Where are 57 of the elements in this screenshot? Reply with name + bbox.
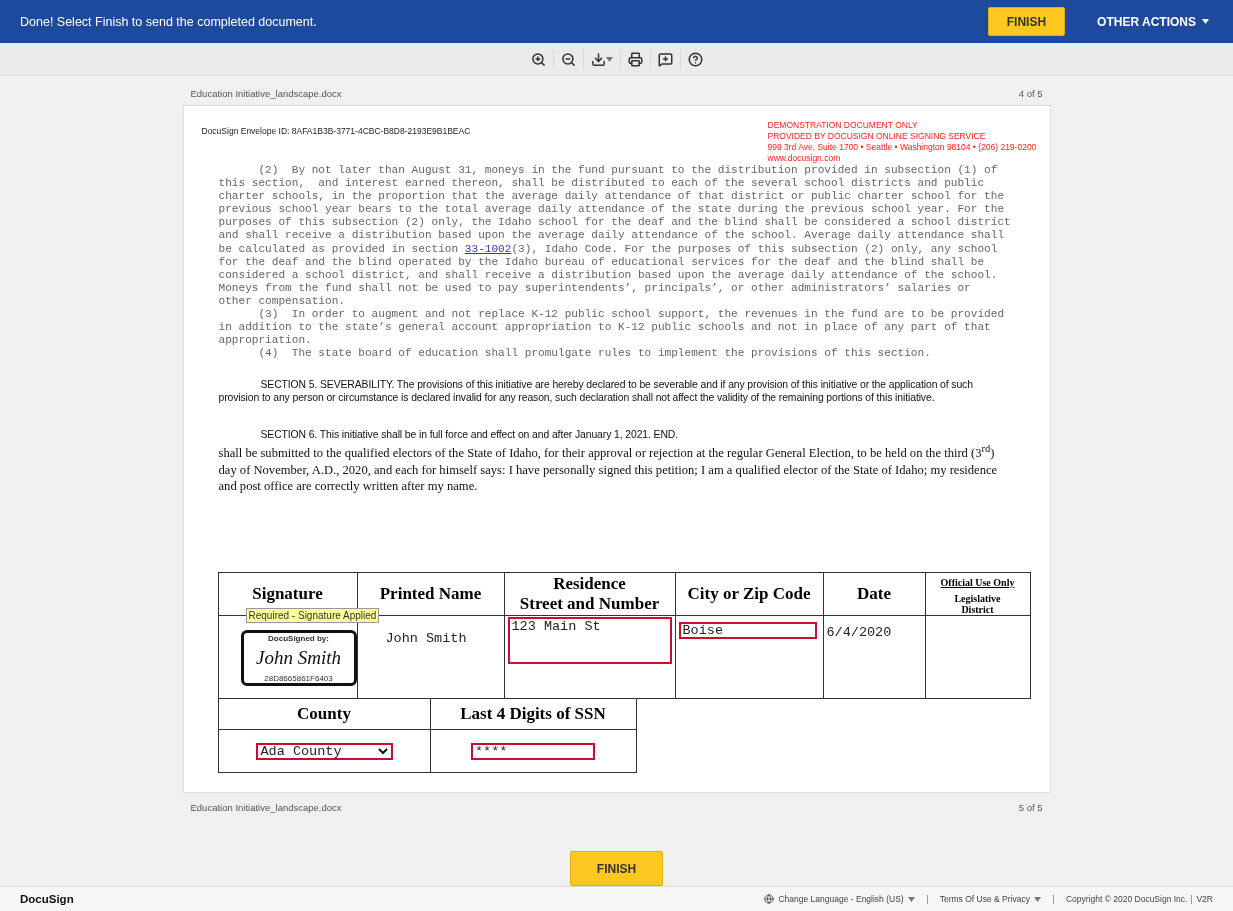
column-header: Legislative District bbox=[953, 592, 1002, 615]
globe-icon bbox=[764, 894, 775, 904]
tooltip: Required - Signature Applied bbox=[245, 607, 380, 623]
paragraph: (2) By not later than August 31, moneys in the fund pursuant to the distribution provided in subsection (1) of this section, and interest earned thereon, shall be distributed to each of the several school districts and public charter schools, in the proportion that the average daily attendance of that district or public charter school for the previous school year bears to the total average daily attendance of the state during the previous school year. For the purposes of this subsection (2) only, the Idaho school for the deaf and the blind shall be considered a school district and shall receive a distribution based upon the average daily attendance of the school. Average daily attendance shall be calculated as provided in section 33-1002(3), Idaho Code. For the purposes of this subsection (2) only, any school for the deaf and the blind operated by the Idaho bureau of educational services for the deaf and the blind shall be considered a school district, and shall receive a distribution based upon the average daily attendance of the school. Moneys from the fund shall not be used to pay superintendents’, principals’, or other administrators’ salaries or other compensation. bbox=[218, 164, 1012, 309]
paragraph: SECTION 6. This initiative shall be in full force and effect on and after January 1, 2021. END. bbox=[259, 428, 679, 442]
column-header: Signature bbox=[252, 583, 323, 603]
column-header: City or Zip Code bbox=[687, 583, 811, 603]
paragraph: SECTION 5. SEVERABILITY. The provisions of this initiative are hereby declared to be severable and if any provision of this initiative or the application of such provision to any person or circumstance is declared invalid for any reason, such declaration shall not affect the validity of the remaining portions of this initiative. bbox=[218, 378, 974, 405]
signature-stamp[interactable]: DocuSigned by: John Smith 28D8665861F6403 bbox=[240, 629, 357, 686]
finish-button[interactable]: FINISH bbox=[569, 851, 664, 886]
zoom-out-icon bbox=[560, 51, 576, 67]
signature-code: 28D8665861F6403 bbox=[264, 673, 333, 683]
status-message: Done! Select Finish to send the completed document. bbox=[20, 14, 318, 29]
comment-add-icon bbox=[657, 51, 673, 67]
caret-icon bbox=[907, 896, 915, 902]
county-dropdown[interactable]: Ada County bbox=[255, 743, 393, 761]
date-text: 6/4/2020 bbox=[826, 624, 892, 640]
column-header: Date bbox=[857, 583, 891, 603]
file-name: Education Initiative_landscape.docx bbox=[190, 87, 342, 99]
page-number: 5 of 5 bbox=[1018, 801, 1043, 813]
page-number: 4 of 5 bbox=[1018, 87, 1043, 99]
download-icon bbox=[590, 51, 606, 67]
zoom-in-icon bbox=[530, 51, 546, 67]
signature-caption: DocuSigned by: bbox=[268, 633, 329, 643]
file-name: Education Initiative_landscape.docx bbox=[190, 801, 342, 813]
paragraph: (4) The state board of education shall promulgate rules to implement the provisions of this section. bbox=[257, 347, 932, 361]
terms-link[interactable]: Terms Of Use & Privacy bbox=[939, 894, 1041, 904]
column-header: Last 4 Digits of SSN bbox=[460, 703, 606, 723]
brand-name: DocuSign bbox=[20, 893, 75, 905]
demo-stamp-line: 999 3rd Ave, Suite 1700 • Seattle • Washington 98104 • (206) 219-0200 bbox=[767, 142, 1038, 153]
column-header: Printed Name bbox=[379, 583, 482, 603]
caret-icon bbox=[1202, 19, 1209, 24]
printed-name: John Smith bbox=[385, 630, 467, 646]
language-link[interactable]: Change Language - English (US) bbox=[764, 894, 915, 904]
section-link[interactable]: 33-1002 bbox=[464, 242, 512, 255]
column-header: Official Use Only bbox=[939, 575, 1016, 590]
city-field[interactable]: Boise bbox=[678, 621, 817, 639]
demo-stamp-line: DEMONSTRATION DOCUMENT ONLY bbox=[767, 120, 919, 131]
help-icon bbox=[687, 51, 703, 67]
column-header: Residence Street and Number bbox=[519, 573, 660, 613]
envelope-id: DocuSign Envelope ID: 8AFA1B3B-3771-4CBC-B8D8-2193E9B1BEAC bbox=[201, 126, 471, 136]
ssn-field[interactable]: **** bbox=[471, 743, 595, 761]
paragraph: (3) In order to augment and not replace K-12 public school support, the revenues in the fund are to be provided in addition to the state’s general account appropriation to K-12 public schools and not in place of any part of that appropriation. bbox=[218, 308, 1006, 348]
version-text: V2R bbox=[1196, 894, 1213, 904]
copyright-text: Copyright © 2020 DocuSign Inc. bbox=[1065, 894, 1188, 904]
finish-button[interactable]: FINISH bbox=[987, 7, 1066, 36]
paragraph: shall be submitted to the qualified electors of the State of Idaho, for their approval or rejection at the regular General Election, to be held on the third (3$^{rd}$) day of November, A.D., 2020, and each for himself says: I have personally signed this petition; I am a qualified elector of the State of Idaho; my residence and post office are correctly written after my name. bbox=[218, 442, 999, 494]
print-icon bbox=[627, 51, 643, 67]
street-field[interactable]: 123 Main St bbox=[507, 616, 672, 664]
column-header: County bbox=[297, 703, 351, 723]
other-actions-menu[interactable]: OTHER ACTIONS bbox=[1093, 10, 1213, 33]
demo-stamp-line: www.docusign.com bbox=[767, 153, 842, 164]
demo-stamp-line: PROVIDED BY DOCUSIGN ONLINE SIGNING SERVICE bbox=[767, 131, 987, 142]
signature: John Smith bbox=[256, 647, 341, 670]
chevron-down-icon bbox=[377, 748, 388, 756]
caret-icon bbox=[605, 56, 613, 62]
caret-icon bbox=[1033, 896, 1041, 902]
